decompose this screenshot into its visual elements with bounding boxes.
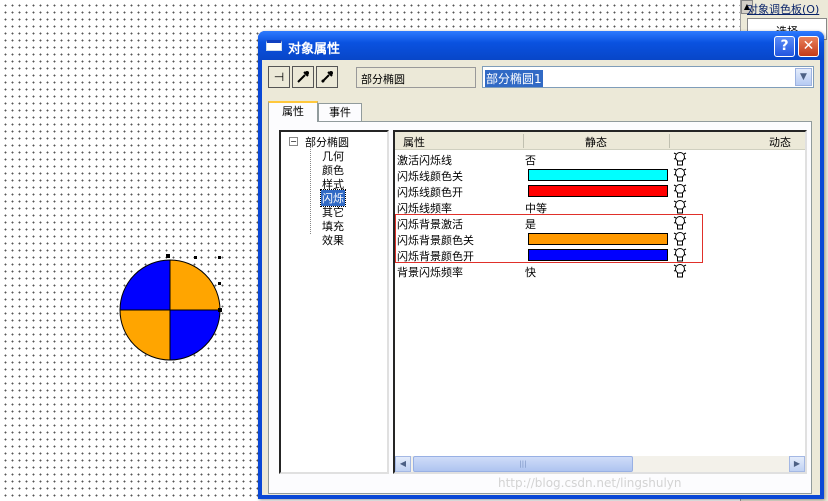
tab-panel: − 部分椭圆 几何 颜色 样式 闪烁 其它 填充 效果 属性 静态 动态 激活闪… <box>268 121 812 494</box>
column-divider[interactable] <box>523 134 524 148</box>
lightbulb-icon[interactable] <box>673 151 687 167</box>
resize-handle <box>218 256 221 259</box>
resize-handle <box>218 282 221 285</box>
grid-row[interactable]: 闪烁线颜色关 <box>395 167 805 183</box>
column-header-dynamic[interactable]: 动态 <box>769 134 791 150</box>
object-name-select[interactable]: 部分椭圆1 ▼ <box>482 66 814 88</box>
eyedropper-fill-icon <box>321 71 333 83</box>
row-value[interactable]: 快 <box>525 264 536 280</box>
object-type-label: 部分椭圆 <box>356 67 476 88</box>
column-header-static[interactable]: 静态 <box>585 134 607 150</box>
grid-row[interactable]: 闪烁线频率 中等 <box>395 199 805 215</box>
row-value[interactable]: 否 <box>525 152 536 168</box>
tab-properties[interactable]: 属性 <box>268 101 318 122</box>
object-name-value: 部分椭圆1 <box>485 70 543 87</box>
chevron-down-icon[interactable]: ▼ <box>795 68 812 86</box>
dialog-title: 对象属性 <box>288 42 341 57</box>
grid-row[interactable]: 背景闪烁频率 快 <box>395 263 805 279</box>
column-header-property[interactable]: 属性 <box>403 134 425 150</box>
horizontal-scrollbar[interactable]: ◀ ||| ▶ <box>395 456 805 472</box>
row-name: 背景闪烁频率 <box>397 266 463 279</box>
partial-ellipse-shape[interactable] <box>112 252 228 368</box>
grid-row[interactable]: 闪烁线颜色开 <box>395 183 805 199</box>
pin-button[interactable]: ⊣ <box>268 66 290 88</box>
tree-line <box>310 146 311 234</box>
color-swatch[interactable] <box>528 185 668 197</box>
eyedropper-icon <box>297 71 309 83</box>
watermark: http://blog.csdn.net/lingshulyn <box>498 476 682 490</box>
resize-handle <box>166 254 170 258</box>
title-bar[interactable]: 对象属性 ? ✕ <box>258 31 824 60</box>
eyedropper-apply-button[interactable] <box>316 66 338 88</box>
object-properties-dialog: 对象属性 ? ✕ ⊣ 部分椭圆 部分椭圆1 ▼ 属性 事件 − 部分椭圆 几何 … <box>258 31 824 499</box>
property-tree: − 部分椭圆 几何 颜色 样式 闪烁 其它 填充 效果 <box>279 130 389 474</box>
lightbulb-icon[interactable] <box>673 167 687 183</box>
tab-events[interactable]: 事件 <box>318 103 362 122</box>
grid-row[interactable]: 激活闪烁线 否 <box>395 151 805 167</box>
window-icon <box>266 40 282 51</box>
help-button[interactable]: ? <box>774 36 795 57</box>
lightbulb-icon[interactable] <box>673 263 687 279</box>
row-name: 闪烁线颜色开 <box>397 186 463 199</box>
close-button[interactable]: ✕ <box>798 36 819 57</box>
pin-icon: ⊣ <box>273 70 285 84</box>
highlight-annotation-box <box>395 214 703 263</box>
dialog-client: ⊣ 部分椭圆 部分椭圆1 ▼ 属性 事件 − 部分椭圆 几何 颜色 样式 闪烁 … <box>262 60 820 495</box>
resize-handle <box>194 256 197 259</box>
lightbulb-icon[interactable] <box>673 183 687 199</box>
eyedropper-button[interactable] <box>292 66 314 88</box>
scroll-right-icon[interactable]: ▶ <box>789 456 805 472</box>
color-swatch[interactable] <box>528 169 668 181</box>
row-name: 激活闪烁线 <box>397 154 452 167</box>
collapse-icon[interactable]: − <box>289 137 298 146</box>
row-name: 闪烁线颜色关 <box>397 170 463 183</box>
lightbulb-icon[interactable] <box>673 199 687 215</box>
column-divider[interactable] <box>669 134 670 148</box>
scroll-left-icon[interactable]: ◀ <box>395 456 411 472</box>
grid-header: 属性 静态 动态 <box>395 132 805 150</box>
property-grid: 属性 静态 动态 激活闪烁线 否 闪烁线颜色关 闪烁线颜色开 闪烁线频率 中等 … <box>393 130 807 474</box>
tree-item-effects[interactable]: 效果 <box>321 232 345 248</box>
resize-handle <box>218 308 222 312</box>
scrollbar-thumb[interactable]: ||| <box>413 456 633 472</box>
palette-title[interactable]: 对象调色板(O) <box>747 1 819 17</box>
partial-ellipse-object[interactable] <box>112 252 228 368</box>
